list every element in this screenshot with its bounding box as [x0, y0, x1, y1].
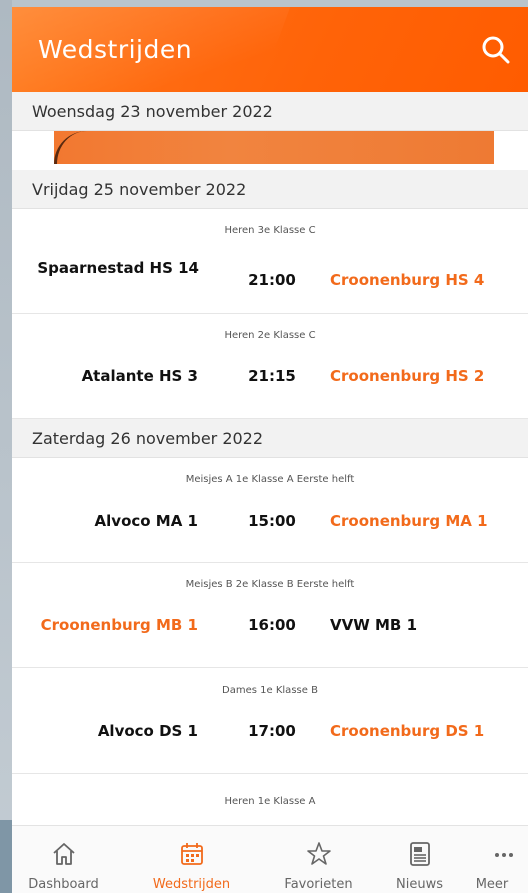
- home-team: Spaarnestad HS 14: [37, 259, 199, 277]
- date-header: Woensdag 23 november 2022: [12, 92, 528, 131]
- league-label: Dames 1e Klasse B: [222, 685, 318, 696]
- background-left: [0, 0, 12, 893]
- news-icon: [410, 842, 430, 866]
- match-row[interactable]: Heren 1e Klasse A: [12, 779, 528, 825]
- tab-wedstrijden[interactable]: Wedstrijden: [140, 826, 243, 893]
- tab-label: Meer: [475, 877, 509, 892]
- tab-dashboard[interactable]: Dashboard: [12, 826, 115, 893]
- tab-label: Favorieten: [284, 877, 353, 892]
- banner-arc: [54, 131, 117, 164]
- match-row[interactable]: Meisjes A 1e Klasse A Eerste helft Alvoc…: [12, 458, 528, 563]
- app-header: Wedstrijden: [12, 7, 528, 92]
- home-icon: [53, 843, 75, 865]
- league-label: Heren 1e Klasse A: [224, 796, 316, 807]
- tab-meer[interactable]: Meer: [452, 826, 528, 893]
- background-corner: [0, 820, 12, 893]
- away-team: Croonenburg DS 1: [330, 722, 485, 740]
- date-header: Zaterdag 26 november 2022: [12, 419, 528, 458]
- tab-label: Wedstrijden: [152, 877, 231, 892]
- match-row[interactable]: Heren 2e Klasse C Atalante HS 3 21:15 Cr…: [12, 314, 528, 419]
- league-label: Heren 3e Klasse C: [224, 225, 316, 236]
- league-label: Heren 2e Klasse C: [224, 330, 316, 341]
- match-time: 17:00: [248, 722, 296, 740]
- app-screen: Wedstrijden Woensdag 23 november 2022 Vr…: [12, 7, 528, 893]
- away-team: VVW MB 1: [330, 616, 418, 634]
- search-button[interactable]: [480, 34, 512, 66]
- match-time: 16:00: [248, 616, 296, 634]
- match-time: 21:00: [248, 271, 296, 289]
- match-time: 21:15: [248, 367, 296, 385]
- promo-banner-image[interactable]: [54, 131, 494, 164]
- tab-label: Dashboard: [28, 877, 99, 892]
- calendar-icon: [181, 843, 203, 865]
- star-icon: [307, 842, 331, 865]
- date-header: Vrijdag 25 november 2022: [12, 170, 528, 209]
- match-time: 15:00: [248, 512, 296, 530]
- page-title: Wedstrijden: [38, 35, 193, 64]
- search-icon: [482, 36, 510, 64]
- home-team: Alvoco MA 1: [94, 512, 198, 530]
- away-team: Croonenburg MA 1: [330, 512, 488, 530]
- match-row[interactable]: Heren 3e Klasse C Spaarnestad HS 14 21:0…: [12, 209, 528, 314]
- home-team: Alvoco DS 1: [97, 722, 198, 740]
- tab-favorieten[interactable]: Favorieten: [267, 826, 370, 893]
- match-row[interactable]: Meisjes B 2e Klasse B Eerste helft Croon…: [12, 563, 528, 668]
- league-label: Meisjes B 2e Klasse B Eerste helft: [185, 579, 355, 590]
- home-team: Atalante HS 3: [81, 367, 198, 385]
- match-row[interactable]: Dames 1e Klasse B Alvoco DS 1 17:00 Croo…: [12, 669, 528, 774]
- more-icon: [495, 853, 513, 857]
- home-team: Croonenburg MB 1: [40, 616, 198, 634]
- bottom-tab-bar: Dashboard Wedstrijden Favorieten Nieuws …: [12, 825, 528, 893]
- away-team: Croonenburg HS 2: [330, 367, 485, 385]
- away-team: Croonenburg HS 4: [330, 271, 485, 289]
- league-label: Meisjes A 1e Klasse A Eerste helft: [185, 474, 355, 485]
